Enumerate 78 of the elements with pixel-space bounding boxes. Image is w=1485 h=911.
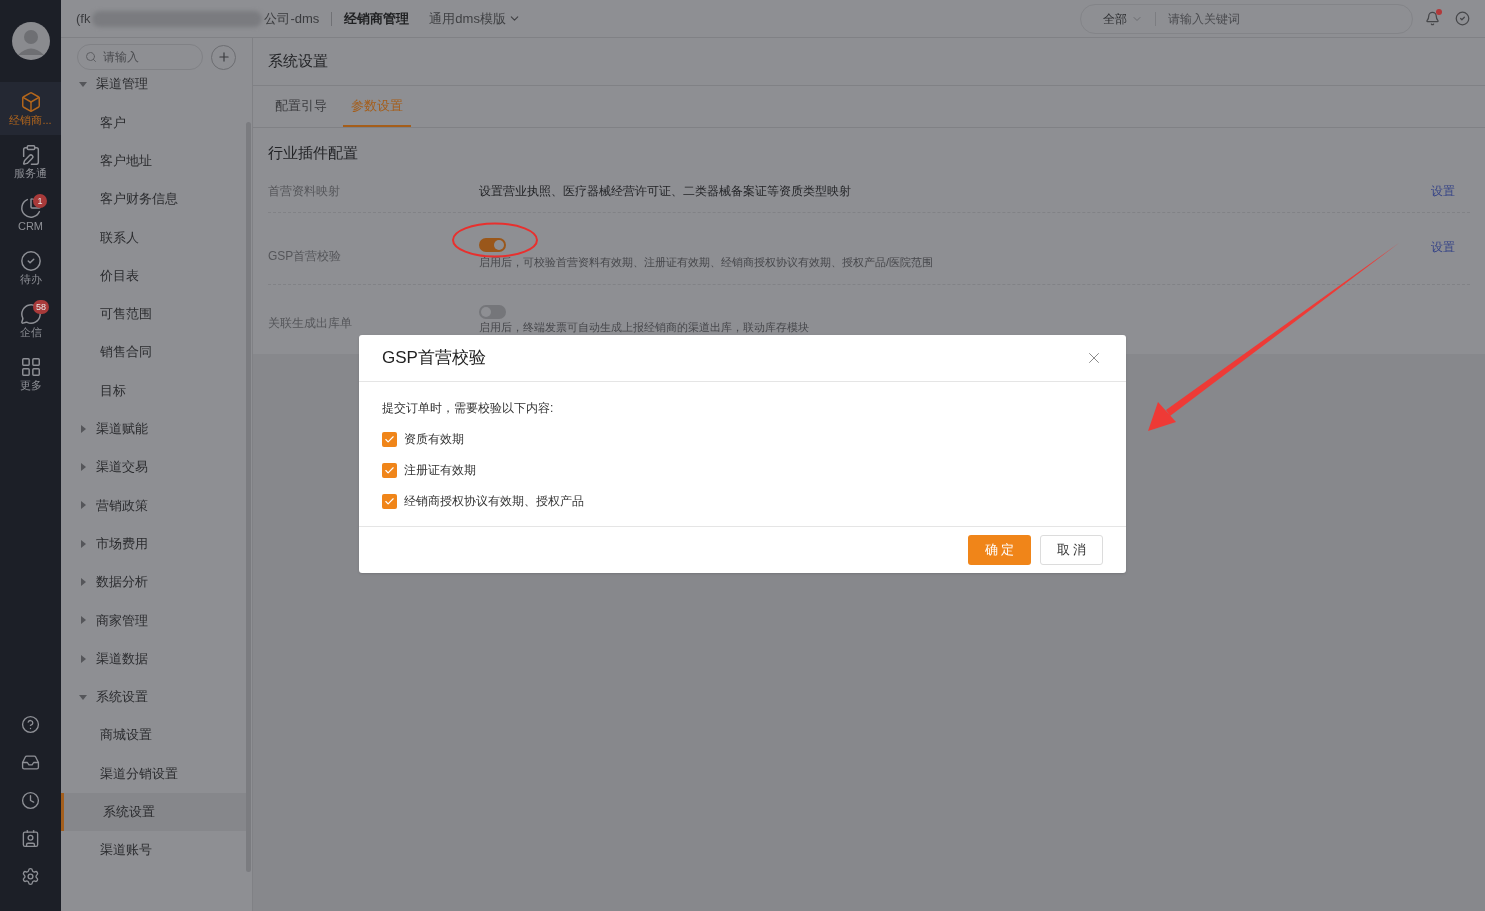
menu-group[interactable]: 数据分析	[61, 562, 246, 602]
count-badge: 1	[33, 194, 47, 208]
setting-description: 启用后，可校验首营资料有效期、注册证有效期、经销商授权协议有效期、授权产品/医院范围	[479, 255, 935, 269]
menu-group[interactable]: 渠道赋能	[61, 409, 246, 448]
rail-item[interactable]: CRM 1	[0, 188, 61, 241]
menu-group[interactable]: 渠道交易	[61, 447, 246, 487]
menu-item[interactable]: 客户	[61, 103, 246, 142]
caret-icon	[78, 615, 88, 626]
menu-item[interactable]: 可售范围	[61, 294, 246, 334]
check-icon	[384, 433, 395, 445]
check-circle-icon	[19, 249, 42, 272]
menu-item[interactable]: 联系人	[61, 218, 246, 257]
menu-item[interactable]: 客户财务信息	[61, 179, 246, 219]
menu-item[interactable]: 客户地址	[61, 141, 246, 180]
menu-group[interactable]: 商家管理	[61, 601, 246, 640]
template-dropdown[interactable]: 通用dms模版	[429, 8, 521, 29]
menu-item[interactable]: 目标	[61, 371, 246, 410]
count-badge: 58	[33, 300, 49, 314]
option-label: 经销商授权协议有效期、授权产品	[404, 493, 584, 510]
help-icon[interactable]	[21, 715, 40, 734]
menu-group[interactable]: 市场费用	[61, 524, 246, 563]
rail-item[interactable]: 更多	[0, 347, 61, 400]
caret-icon	[78, 500, 88, 511]
dialog-prompt: 提交订单时，需要校验以下内容:	[382, 400, 555, 417]
menu-search-input[interactable]: 请输入	[103, 48, 193, 66]
checkbox[interactable]	[382, 462, 397, 478]
caret-icon	[78, 577, 88, 587]
menu-item[interactable]: 商城设置	[61, 716, 246, 755]
company-name: (fk	[76, 9, 91, 28]
option-label: 资质有效期	[404, 431, 464, 448]
scope-dropdown[interactable]: 全部	[1103, 9, 1143, 28]
company-name: 公司-dms	[264, 9, 320, 28]
menu-item[interactable]: 系统设置	[61, 792, 246, 831]
confirm-button[interactable]: 确 定	[968, 535, 1031, 565]
bell-icon[interactable]	[1425, 11, 1440, 26]
caret-icon	[78, 423, 88, 434]
checkbox[interactable]	[382, 431, 397, 447]
menu-item[interactable]: 销售合同	[61, 333, 246, 372]
clock-icon[interactable]	[21, 791, 40, 810]
rail-item[interactable]: 经销商...	[0, 82, 61, 135]
settings-icon[interactable]	[21, 867, 40, 886]
menu-item[interactable]: 渠道账号	[61, 830, 246, 870]
setting-description: 启用后，终端发票可自动生成上报经销商的渠道出库，联动库存模块	[479, 320, 810, 334]
checkbox[interactable]	[382, 493, 397, 509]
settings-link[interactable]: 设置	[1431, 181, 1470, 200]
rail-item[interactable]: 待办	[0, 241, 61, 294]
avatar-icon[interactable]	[11, 22, 50, 60]
caret-icon	[78, 538, 88, 549]
toggle-switch[interactable]	[479, 237, 506, 252]
option-label: 注册证有效期	[404, 462, 476, 479]
check-icon	[384, 464, 395, 476]
menu-item[interactable]: 渠道分销设置	[61, 754, 246, 793]
module-title: 经销商管理	[344, 9, 410, 28]
menu-group[interactable]: 渠道数据	[61, 639, 246, 678]
search-icon	[85, 51, 97, 63]
caret-icon	[78, 653, 88, 664]
cancel-button[interactable]: 取 消	[1040, 535, 1103, 565]
inbox-icon[interactable]	[21, 753, 40, 772]
dialog-title: GSP首营校验	[382, 347, 486, 370]
box-icon	[19, 90, 42, 113]
setting-description: 设置营业执照、医疗器械经营许可证、二类器械备案证等资质类型映射	[479, 182, 852, 200]
check-circle-icon[interactable]	[1455, 11, 1470, 26]
rail-item[interactable]: 服务通	[0, 135, 61, 188]
contacts-icon[interactable]	[21, 829, 40, 848]
menu-item[interactable]: 价目表	[61, 256, 246, 295]
pie-icon	[19, 196, 42, 219]
page-title: 系统设置	[253, 38, 1485, 86]
menu-group[interactable]: 系统设置	[61, 677, 246, 717]
plus-icon	[216, 50, 231, 64]
menu-group[interactable]: 营销政策	[61, 486, 246, 525]
rail-item[interactable]: 企信 58	[0, 294, 61, 347]
caret-icon	[78, 462, 88, 473]
settings-link[interactable]: 设置	[1431, 237, 1470, 256]
check-icon	[384, 495, 395, 507]
section-title: 行业插件配置	[267, 143, 359, 163]
grid-icon	[19, 355, 42, 378]
toggle-switch[interactable]	[479, 304, 506, 319]
tab[interactable]: 配置引导	[267, 95, 335, 127]
